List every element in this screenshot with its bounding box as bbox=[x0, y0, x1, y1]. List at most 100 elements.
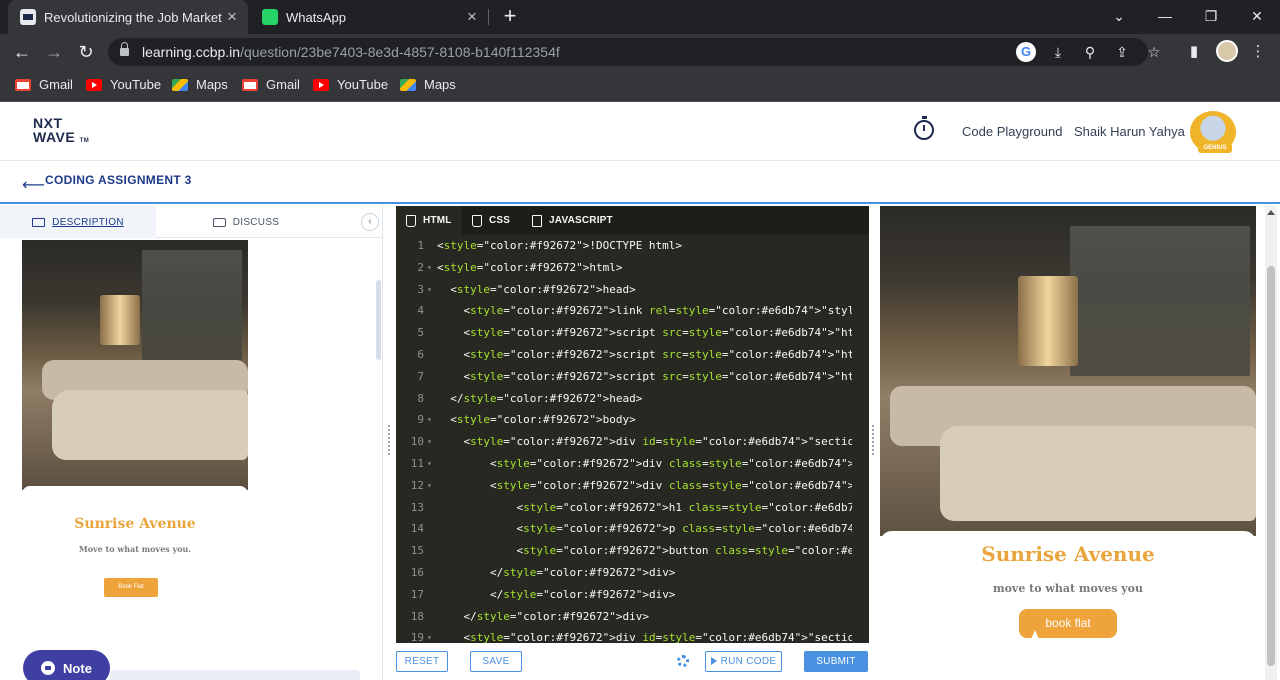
close-tab-icon[interactable]: × bbox=[462, 7, 482, 27]
bookmarks-bar: Gmail YouTube Maps Gmail YouTube Maps bbox=[0, 70, 1280, 102]
fold-arrow-icon[interactable]: ▾ bbox=[427, 431, 432, 453]
code-line[interactable]: 3 ▾ <style="color:#f92672">head> bbox=[396, 279, 869, 301]
bookmark-youtube[interactable]: YouTube bbox=[313, 77, 388, 92]
reset-button[interactable]: RESET bbox=[396, 651, 448, 672]
code-line[interactable]: 14 <style="color:#f92672">p class=style=… bbox=[396, 518, 869, 540]
new-tab-icon[interactable]: + bbox=[500, 4, 520, 30]
fold-arrow-icon[interactable]: ▾ bbox=[427, 257, 432, 279]
bookmark-gmail[interactable]: Gmail bbox=[15, 77, 73, 92]
save-button[interactable]: SAVE bbox=[470, 651, 522, 672]
fold-arrow-icon[interactable]: ▾ bbox=[427, 475, 432, 497]
code-line[interactable]: 17 </style="color:#f92672">div> bbox=[396, 584, 869, 606]
bookmark-gmail[interactable]: Gmail bbox=[242, 77, 300, 92]
code-line[interactable]: 15 <style="color:#f92672">button class=s… bbox=[396, 540, 869, 562]
forward-arrow-icon[interactable]: → bbox=[42, 40, 66, 64]
fold-arrow-icon[interactable]: ▾ bbox=[427, 627, 432, 643]
tab-nxtwave[interactable]: Revolutionizing the Job Market | × bbox=[8, 0, 248, 34]
description-panel: DESCRIPTION DISCUSS ‹ Sunrise Avenue Mov… bbox=[0, 206, 383, 680]
reload-icon[interactable]: ↻ bbox=[74, 40, 98, 64]
tab-description[interactable]: DESCRIPTION bbox=[0, 206, 156, 238]
tab-title: WhatsApp bbox=[286, 9, 346, 25]
left-resize-handle[interactable] bbox=[388, 425, 391, 455]
right-resize-handle[interactable] bbox=[872, 425, 875, 455]
code-text: <style="color:#f92672">div class=style="… bbox=[437, 456, 869, 470]
profile-avatar[interactable] bbox=[1216, 40, 1238, 62]
line-number: 5 bbox=[417, 326, 424, 340]
code-playground-link[interactable]: Code Playground bbox=[962, 124, 1062, 139]
panel-scrollbar[interactable] bbox=[376, 280, 381, 360]
close-tab-icon[interactable]: × bbox=[222, 7, 242, 27]
code-line[interactable]: 13 <style="color:#f92672">h1 class=style… bbox=[396, 497, 869, 519]
maps-icon bbox=[172, 78, 188, 91]
code-text: <style="color:#f92672">!DOCTYPE html> bbox=[437, 239, 683, 252]
code-line[interactable]: 4 <style="color:#f92672">link rel=style=… bbox=[396, 300, 869, 322]
lock-icon[interactable] bbox=[120, 42, 129, 57]
editor-tabs: HTML CSS JAVASCRIPT bbox=[396, 206, 869, 235]
assignment-header: ⟵ CODING ASSIGNMENT 3 bbox=[0, 162, 1280, 204]
code-line[interactable]: 1 <style="color:#f92672">!DOCTYPE html> bbox=[396, 235, 869, 257]
code-line[interactable]: 6 <style="color:#f92672">script src=styl… bbox=[396, 344, 869, 366]
tab-html[interactable]: HTML bbox=[396, 206, 462, 235]
back-arrow-icon[interactable]: ← bbox=[10, 40, 34, 64]
side-panel-icon[interactable]: ▮ bbox=[1184, 42, 1204, 62]
output-card: Sunrise Avenue move to what moves you bo… bbox=[880, 531, 1256, 680]
code-line[interactable]: 10 ▾ <style="color:#f92672">div id=style=… bbox=[396, 431, 869, 453]
tab-whatsapp[interactable]: WhatsApp × bbox=[250, 0, 488, 34]
bookmark-maps[interactable]: Maps bbox=[172, 77, 228, 92]
tab-css[interactable]: CSS bbox=[472, 206, 532, 235]
code-line[interactable]: 2 ▾ <style="color:#f92672">html> bbox=[396, 257, 869, 279]
code-line[interactable]: 12 ▾ <style="color:#f92672">div class=sty… bbox=[396, 475, 869, 497]
bookmark-star-icon[interactable]: ☆ bbox=[1144, 42, 1164, 62]
scrollbar-thumb[interactable] bbox=[1267, 266, 1275, 666]
code-text: <style="color:#f92672">div id=style="col… bbox=[437, 435, 869, 449]
google-lens-icon[interactable]: G bbox=[1016, 42, 1036, 62]
tab-javascript[interactable]: JAVASCRIPT bbox=[532, 206, 632, 235]
code-line[interactable]: 5 <style="color:#f92672">script src=styl… bbox=[396, 322, 869, 344]
code-line[interactable]: 18 </style="color:#f92672">div> bbox=[396, 606, 869, 628]
tab-discuss[interactable]: DISCUSS bbox=[156, 206, 336, 238]
install-app-icon[interactable]: ⤓ bbox=[1048, 42, 1068, 62]
code-line[interactable]: 7 <style="color:#f92672">script src=styl… bbox=[396, 366, 869, 388]
fold-arrow-icon[interactable]: ▾ bbox=[427, 409, 432, 431]
share-icon[interactable]: ⇪ bbox=[1112, 42, 1132, 62]
menu-kebab-icon[interactable]: ⋮ bbox=[1248, 42, 1268, 62]
restore-icon[interactable]: ❐ bbox=[1188, 0, 1234, 34]
run-code-button[interactable]: RUN CODE bbox=[705, 651, 782, 672]
scroll-up-icon[interactable] bbox=[1267, 210, 1275, 215]
back-arrow-icon[interactable]: ⟵ bbox=[22, 175, 45, 195]
site-header: NXT WAVE TM Code Playground Shaik Harun … bbox=[0, 103, 1280, 161]
url-field[interactable]: learning.ccbp.in/question/23be7403-8e3d-… bbox=[108, 38, 1160, 66]
zoom-icon[interactable]: ⚲ bbox=[1080, 42, 1100, 62]
bookmark-maps[interactable]: Maps bbox=[400, 77, 456, 92]
nxtwave-logo[interactable]: NXT WAVE TM bbox=[33, 116, 89, 148]
code-line[interactable]: 16 </style="color:#f92672">div> bbox=[396, 562, 869, 584]
line-number: 6 bbox=[417, 347, 424, 361]
avatar[interactable]: GENIUS bbox=[1190, 111, 1236, 153]
minimize-icon[interactable]: — bbox=[1142, 0, 1188, 34]
close-window-icon[interactable]: ✕ bbox=[1234, 0, 1280, 34]
code-text: <style="color:#f92672">script src=style=… bbox=[437, 347, 869, 361]
tab-search-icon[interactable]: ⌄ bbox=[1096, 0, 1142, 34]
code-line[interactable]: 19 ▾ <style="color:#f92672">div id=style=… bbox=[396, 627, 869, 643]
note-button[interactable]: Note bbox=[23, 650, 110, 680]
code-line[interactable]: 8 </style="color:#f92672">head> bbox=[396, 388, 869, 410]
fold-arrow-icon[interactable]: ▾ bbox=[427, 279, 432, 301]
user-name[interactable]: Shaik Harun Yahya bbox=[1074, 124, 1185, 139]
code-text: <style="color:#f92672">script src=style=… bbox=[437, 326, 869, 340]
code-text: <style="color:#f92672">div id=style="col… bbox=[437, 631, 869, 643]
timer-icon[interactable] bbox=[914, 116, 934, 140]
code-editor[interactable]: HTML CSS JAVASCRIPT 1 <style="color:#f926… bbox=[396, 206, 869, 643]
submit-button[interactable]: SUBMIT bbox=[804, 651, 868, 672]
bookmark-youtube[interactable]: YouTube bbox=[86, 77, 161, 92]
code-line[interactable]: 9 ▾ <style="color:#f92672">body> bbox=[396, 409, 869, 431]
fold-arrow-icon[interactable]: ▾ bbox=[427, 453, 432, 475]
code-line[interactable]: 11 ▾ <style="color:#f92672">div class=sty… bbox=[396, 453, 869, 475]
gmail-icon bbox=[15, 78, 31, 91]
collapse-panel-button[interactable]: ‹ bbox=[361, 213, 379, 231]
settings-gear-icon[interactable] bbox=[677, 655, 689, 667]
address-bar: ← → ↻ learning.ccbp.in/question/23be7403… bbox=[0, 34, 1280, 70]
code-lines[interactable]: 1 <style="color:#f92672">!DOCTYPE html> 2 ▾… bbox=[396, 235, 869, 643]
output-scrollbar[interactable] bbox=[1265, 206, 1277, 680]
url-text: learning.ccbp.in/question/23be7403-8e3d-… bbox=[142, 44, 560, 60]
page-title: CODING ASSIGNMENT 3 bbox=[45, 173, 192, 187]
